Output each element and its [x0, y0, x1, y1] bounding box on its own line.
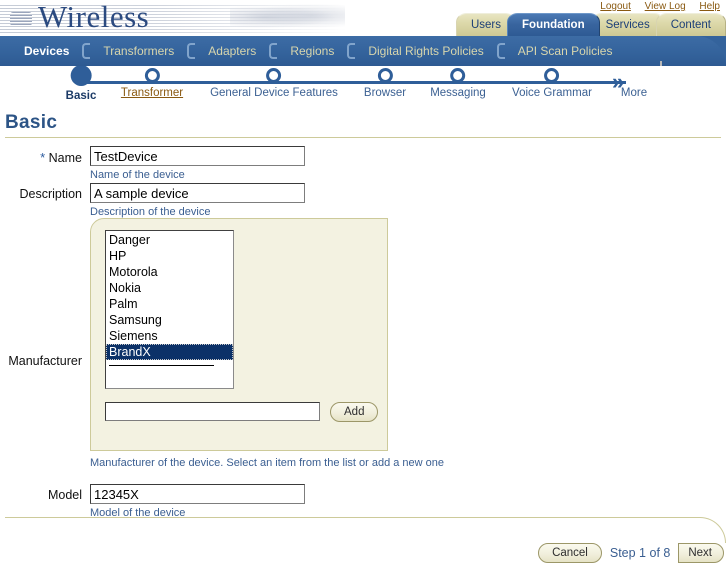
- model-input[interactable]: [90, 484, 305, 504]
- subtab-separator-icon: [187, 43, 196, 59]
- list-item[interactable]: Samsung: [106, 312, 233, 328]
- help-link[interactable]: Help: [699, 1, 720, 12]
- step-counter: Step 1 of 8: [609, 546, 671, 560]
- subtab-transformers[interactable]: Transformers: [91, 36, 186, 66]
- subtab-separator-icon: [269, 43, 278, 59]
- logo-ghost-graphic: [230, 4, 345, 30]
- list-item[interactable]: Nokia: [106, 280, 233, 296]
- logout-link[interactable]: Logout: [600, 1, 631, 12]
- subtab-devices[interactable]: Devices: [12, 36, 81, 66]
- wizard-more-spacer: [621, 68, 647, 83]
- wizard-step-more[interactable]: More: [621, 68, 647, 99]
- page-title: Basic: [5, 112, 58, 133]
- list-item[interactable]: Siemens: [106, 328, 233, 344]
- view-log-link[interactable]: View Log: [645, 1, 686, 12]
- add-manufacturer-button[interactable]: Add: [330, 402, 379, 422]
- tab-services[interactable]: Services: [590, 13, 665, 36]
- description-input[interactable]: [90, 183, 305, 203]
- wizard-step-transformer[interactable]: Transformer: [121, 68, 183, 99]
- wizard-step-node-icon: [266, 68, 282, 83]
- content-area: Basic * Name Name of the device Descript…: [0, 112, 726, 564]
- wizard-step-indicator: » Basic Transformer General Device Featu…: [0, 65, 726, 112]
- description-label: Description: [19, 187, 82, 201]
- wizard-step-general-device-features[interactable]: General Device Features: [210, 68, 338, 99]
- wizard-step-node-icon: [544, 68, 560, 83]
- wizard-step-messaging[interactable]: Messaging: [430, 68, 486, 99]
- required-marker-icon: *: [40, 150, 46, 165]
- utility-links: Logout View Log Help: [589, 1, 720, 12]
- name-label-group: * Name: [0, 150, 82, 165]
- manufacturer-listbox[interactable]: Danger HP Motorola Nokia Palm Samsung Si…: [105, 230, 234, 389]
- subtab-regions[interactable]: Regions: [278, 36, 346, 66]
- footer-divider-curve: [586, 517, 726, 543]
- list-item[interactable]: HP: [106, 248, 233, 264]
- subtab-adapters[interactable]: Adapters: [196, 36, 268, 66]
- name-input[interactable]: [90, 146, 305, 166]
- secondary-tab-list: Devices Transformers Adapters Regions Di…: [12, 36, 624, 66]
- tab-foundation-label: Foundation: [522, 19, 585, 31]
- wizard-step-voice-grammar[interactable]: Voice Grammar: [512, 68, 592, 99]
- wizard-step-basic-label: Basic: [65, 90, 97, 102]
- secondary-tab-bar: Devices Transformers Adapters Regions Di…: [0, 36, 726, 66]
- application-window: Wireless Logout View Log Help Users Foun…: [0, 0, 726, 564]
- tab-content[interactable]: Content: [655, 13, 726, 36]
- manufacturer-label: Manufacturer: [8, 354, 82, 368]
- wizard-step-browser-label: Browser: [363, 87, 407, 99]
- primary-tab-bar: Users Foundation Services Content: [455, 13, 726, 36]
- wizard-step-node-icon: [144, 68, 160, 83]
- name-label: Name: [48, 151, 82, 165]
- title-divider: [5, 137, 721, 138]
- model-label: Model: [47, 488, 82, 502]
- manufacturer-hint: Manufacturer of the device. Select an it…: [90, 457, 445, 469]
- subtab-separator-icon: [496, 43, 505, 59]
- wizard-step-voice-grammar-label: Voice Grammar: [512, 87, 592, 99]
- app-logo-text: Wireless: [38, 0, 150, 34]
- cancel-button[interactable]: Cancel: [538, 543, 602, 563]
- list-separator: [109, 365, 214, 366]
- secondary-tab-bar-curve: [662, 36, 726, 66]
- description-hint: Description of the device: [90, 206, 211, 218]
- wizard-step-messaging-label: Messaging: [430, 87, 486, 99]
- tab-services-label: Services: [605, 19, 650, 31]
- name-hint: Name of the device: [90, 169, 185, 181]
- subtab-digital-rights-policies[interactable]: Digital Rights Policies: [356, 36, 495, 66]
- list-item[interactable]: Palm: [106, 296, 233, 312]
- next-button[interactable]: Next: [678, 543, 724, 563]
- wizard-step-transformer-label[interactable]: Transformer: [121, 87, 183, 99]
- wizard-step-basic[interactable]: Basic: [65, 65, 97, 102]
- tab-content-label: Content: [670, 19, 711, 31]
- list-item[interactable]: Motorola: [106, 264, 233, 280]
- wizard-step-browser[interactable]: Browser: [364, 68, 406, 99]
- footer-divider: [5, 517, 605, 518]
- list-item-selected[interactable]: BrandX: [106, 344, 233, 360]
- wizard-step-more-label: More: [620, 87, 648, 99]
- tab-users-label: Users: [470, 19, 502, 31]
- logo-mark-icon: [10, 12, 32, 26]
- subtab-api-scan-policies[interactable]: API Scan Policies: [506, 36, 625, 66]
- footer-action-bar: Cancel Step 1 of 8 Next: [538, 542, 724, 564]
- tab-foundation[interactable]: Foundation: [507, 13, 600, 36]
- subtab-separator-icon: [347, 43, 356, 59]
- wizard-step-node-icon: [70, 65, 92, 86]
- list-item[interactable]: Danger: [106, 232, 233, 248]
- subtab-separator-icon: [82, 43, 91, 59]
- wizard-step-general-device-features-label: General Device Features: [210, 87, 338, 99]
- wizard-step-node-icon: [377, 68, 393, 83]
- wizard-step-node-icon: [450, 68, 466, 83]
- manufacturer-new-input[interactable]: [105, 402, 320, 421]
